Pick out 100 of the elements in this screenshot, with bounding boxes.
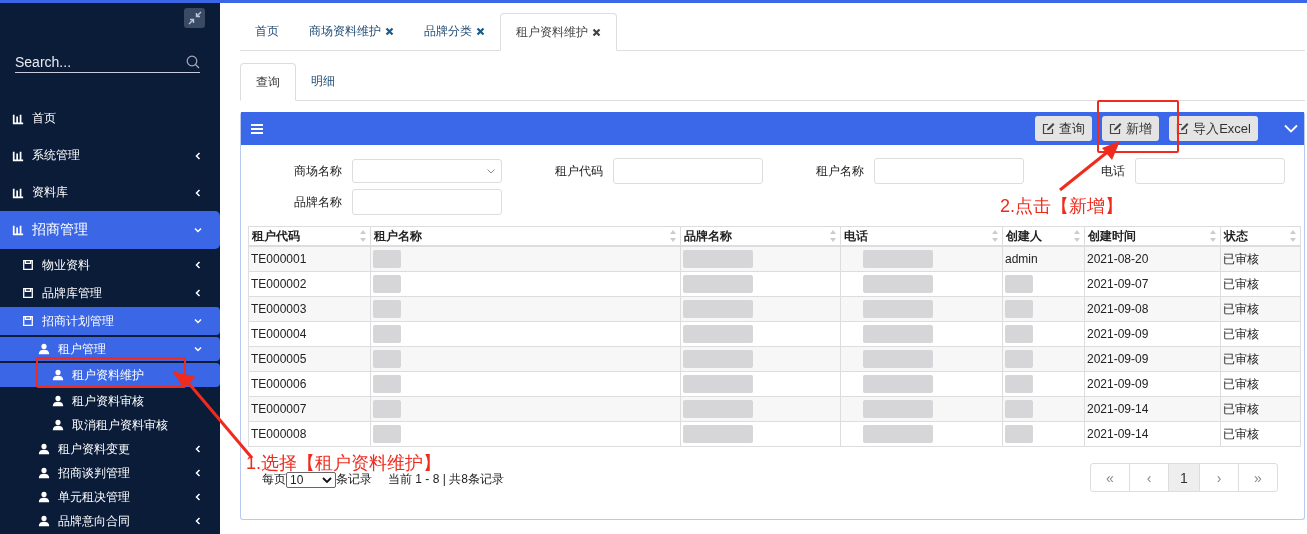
blurred-block: [683, 325, 753, 343]
sidebar-item[interactable]: 系统管理: [0, 137, 220, 174]
edit-icon: [1042, 122, 1056, 135]
input-field[interactable]: [874, 158, 1024, 184]
select-field[interactable]: [352, 159, 502, 183]
sidebar-item[interactable]: 品牌库管理: [0, 279, 220, 307]
sidebar-item[interactable]: 租户管理: [0, 337, 220, 361]
table-cell: 2021-09-07: [1087, 277, 1149, 291]
page-size-label: 每页: [262, 472, 286, 488]
blurred-block: [863, 325, 933, 343]
table-cell: 已审核: [1223, 251, 1259, 266]
menu-item-icon: [12, 149, 24, 162]
blurred-block: [1005, 275, 1033, 293]
table-cell: TE000002: [251, 277, 307, 291]
sidebar-item[interactable]: 租户资料审核: [0, 389, 220, 413]
blurred-block: [683, 275, 753, 293]
page-button[interactable]: ›: [1199, 463, 1239, 492]
field-label: 电话: [1100, 162, 1125, 180]
menu-item-icon: [52, 369, 64, 381]
sort-icon[interactable]: [669, 229, 677, 243]
input-field[interactable]: [352, 189, 502, 215]
chevron-down-icon[interactable]: [1284, 124, 1298, 133]
chevron-left-icon: [194, 261, 202, 269]
tab[interactable]: 商场资料维护: [294, 13, 409, 50]
close-icon[interactable]: [476, 27, 485, 36]
menu-item-icon: [38, 467, 50, 479]
toolbar-button[interactable]: 新增: [1102, 116, 1160, 141]
sidebar-item[interactable]: 物业资料: [0, 251, 220, 279]
menu-icon[interactable]: [251, 123, 263, 134]
tab[interactable]: 品牌分类: [409, 13, 500, 50]
blurred-block: [1005, 300, 1033, 318]
sidebar-item[interactable]: 租户资料维护: [0, 363, 220, 387]
page-button[interactable]: «: [1090, 463, 1130, 492]
chevron-down-icon: [194, 226, 202, 234]
sort-icon[interactable]: [829, 229, 837, 243]
menu-item-icon: [22, 287, 34, 299]
menu-item-icon: [52, 395, 64, 407]
tab[interactable]: 首页: [240, 13, 294, 50]
table-cell: 2021-09-14: [1087, 402, 1149, 416]
close-icon[interactable]: [385, 27, 394, 36]
sidebar-item[interactable]: 品牌意向合同: [0, 509, 220, 533]
page-button[interactable]: ‹: [1129, 463, 1169, 492]
blurred-block: [373, 325, 401, 343]
sort-icon[interactable]: [1073, 229, 1081, 243]
close-icon[interactable]: [592, 27, 601, 37]
chevron-left-icon: [194, 469, 202, 477]
tab[interactable]: 明细: [296, 63, 350, 100]
table-cell: TE000001: [251, 252, 307, 266]
sidebar-item[interactable]: 资料库: [0, 174, 220, 211]
column-header[interactable]: 电话: [844, 227, 868, 245]
blurred-block: [863, 375, 933, 393]
blurred-block: [1005, 325, 1033, 343]
blurred-block: [373, 250, 401, 268]
column-header[interactable]: 租户名称: [374, 227, 422, 245]
sidebar-item[interactable]: 单元租决管理: [0, 485, 220, 509]
table-cell: 2021-08-20: [1087, 252, 1149, 266]
toolbar-button[interactable]: 导入Excel: [1169, 116, 1258, 141]
table-cell: 已审核: [1223, 376, 1259, 391]
sort-icon[interactable]: [359, 229, 367, 243]
menu-item-icon: [38, 491, 50, 503]
tab[interactable]: 查询: [240, 63, 296, 101]
blurred-block: [683, 250, 753, 268]
chevron-down-icon: [487, 168, 495, 174]
toolbar-button[interactable]: 查询: [1035, 116, 1093, 141]
page-button[interactable]: 1: [1168, 463, 1200, 492]
sidebar-item[interactable]: 首页: [0, 100, 220, 137]
field-label: 商场名称: [293, 162, 342, 180]
sort-icon[interactable]: [991, 229, 999, 243]
sidebar-item[interactable]: 租户资料变更: [0, 437, 220, 461]
input-field[interactable]: [613, 158, 763, 184]
blurred-block: [863, 425, 933, 443]
blurred-block: [1005, 425, 1033, 443]
sidebar-item[interactable]: 招商管理: [0, 211, 220, 249]
sort-icon[interactable]: [1209, 229, 1217, 243]
page-button[interactable]: »: [1238, 463, 1278, 492]
annotation-text: 2.点击【新增】: [1000, 196, 1123, 216]
menu-item-icon: [12, 186, 24, 199]
page-size-select[interactable]: 10: [286, 471, 336, 488]
table-cell: 已审核: [1223, 326, 1259, 341]
table-cell: 已审核: [1223, 276, 1259, 291]
chevron-down-icon: [194, 345, 202, 353]
sidebar-item[interactable]: 取消租户资料审核: [0, 413, 220, 437]
table-cell: 2021-09-09: [1087, 352, 1149, 366]
blurred-block: [373, 275, 401, 293]
field-label: 租户名称: [815, 162, 864, 180]
blurred-block: [373, 425, 401, 443]
menu-item-icon: [52, 419, 64, 431]
chevron-left-icon: [194, 151, 202, 160]
search-input[interactable]: Search...: [15, 54, 186, 70]
sidebar-item[interactable]: 招商计划管理: [0, 307, 220, 335]
tab[interactable]: 租户资料维护: [500, 13, 617, 51]
sidebar-item[interactable]: 招商谈判管理: [0, 461, 220, 485]
record-summary: 当前 1 - 8 | 共8条记录: [388, 472, 504, 488]
blurred-block: [1005, 400, 1033, 418]
chevron-down-icon: [322, 476, 332, 483]
search-field[interactable]: Search...: [15, 54, 200, 73]
table-cell: 2021-09-09: [1087, 327, 1149, 341]
input-field[interactable]: [1135, 158, 1285, 184]
sort-icon[interactable]: [1289, 229, 1297, 243]
collapse-icon[interactable]: [184, 8, 205, 28]
